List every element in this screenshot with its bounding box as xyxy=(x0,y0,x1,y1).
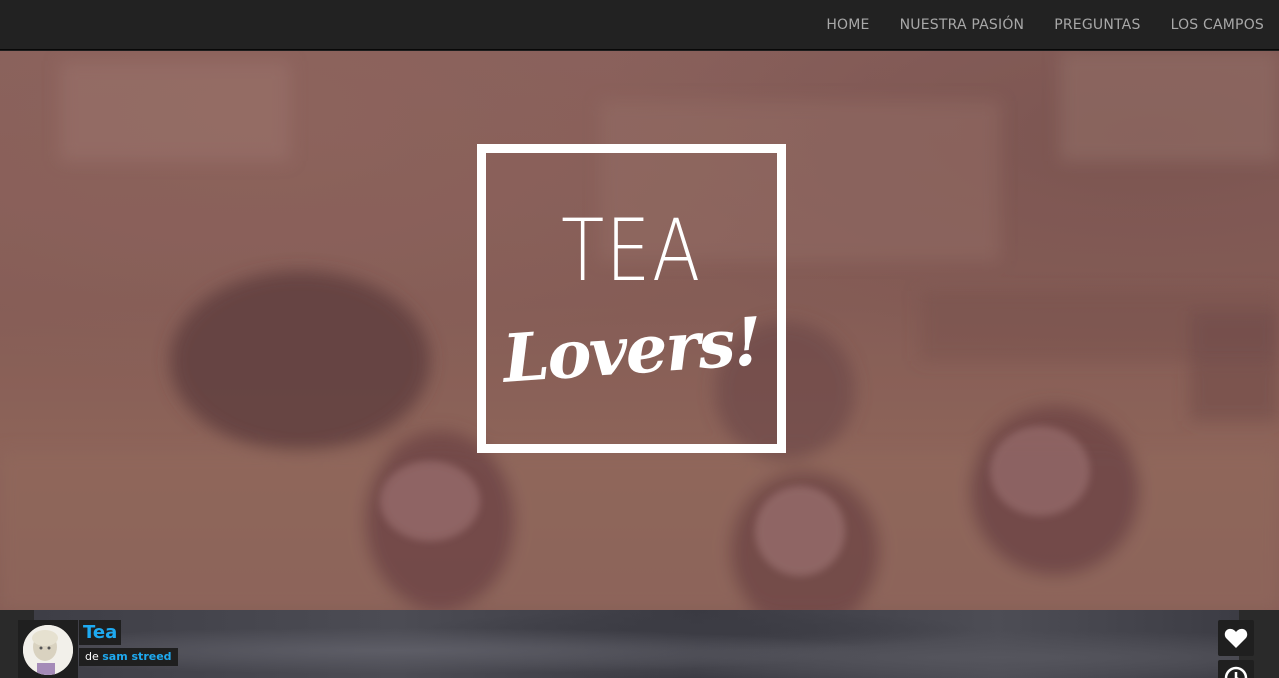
video-byline: de sam streed xyxy=(79,648,178,666)
avatar-portrait-icon xyxy=(23,625,73,675)
logo-title-line: TEA xyxy=(561,201,702,301)
nav-item-home[interactable]: HOME xyxy=(811,0,884,50)
nav-menu: HOME NUESTRA PASIÓN PREGUNTAS LOS CAMPOS xyxy=(811,0,1279,50)
tea-lovers-logo: TEA Lovers! xyxy=(477,144,786,453)
video-title-link[interactable]: Tea xyxy=(79,620,122,645)
author-avatar-box[interactable] xyxy=(18,620,78,678)
clock-icon xyxy=(1224,666,1248,678)
heart-icon xyxy=(1224,628,1248,648)
top-navbar: HOME NUESTRA PASIÓN PREGUNTAS LOS CAMPOS xyxy=(0,0,1279,50)
nav-item-los-campos[interactable]: LOS CAMPOS xyxy=(1156,0,1279,50)
author-link[interactable]: sam streed xyxy=(102,650,171,663)
hero-banner: TEA Lovers! xyxy=(0,51,1279,610)
byline-prefix: de xyxy=(85,650,99,663)
nav-item-preguntas[interactable]: PREGUNTAS xyxy=(1039,0,1155,50)
video-thumbnail[interactable] xyxy=(34,610,1239,678)
avatar[interactable] xyxy=(23,625,73,675)
video-embed-preview[interactable]: Tea de sam streed xyxy=(0,610,1279,678)
nav-item-nuestra-pasion[interactable]: NUESTRA PASIÓN xyxy=(885,0,1040,50)
like-button[interactable] xyxy=(1218,620,1254,656)
watch-later-button[interactable] xyxy=(1218,660,1254,678)
logo-subtitle-line: Lovers! xyxy=(500,302,763,398)
